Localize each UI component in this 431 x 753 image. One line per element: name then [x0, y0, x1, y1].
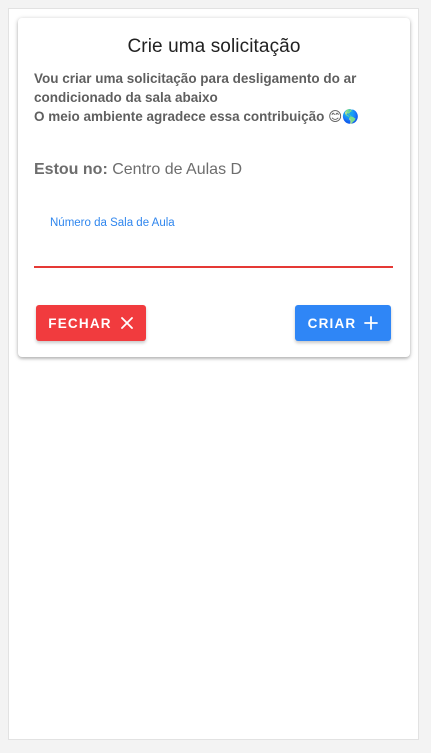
- plus-icon: [364, 316, 379, 330]
- close-icon: [120, 316, 134, 330]
- room-number-label: Número da Sala de Aula: [50, 217, 175, 229]
- dialog-title: Crie uma solicitação: [127, 36, 301, 57]
- create-button[interactable]: CRIAR: [295, 305, 391, 341]
- location-label: Estou no:: [34, 161, 108, 178]
- create-request-dialog: Crie uma solicitação Vou criar uma solic…: [18, 18, 410, 357]
- description-line-2: condicionado da sala abaixo: [34, 90, 218, 105]
- create-button-label: CRIAR: [307, 315, 357, 331]
- dialog-description: Vou criar uma solicitação para desligame…: [34, 69, 396, 127]
- close-button-label: FECHAR: [48, 315, 112, 331]
- location-value: Centro de Aulas D: [112, 161, 243, 178]
- room-number-input[interactable]: [34, 238, 393, 268]
- close-button[interactable]: FECHAR: [36, 305, 146, 341]
- description-line-3-text: O meio ambiente agradece essa contribuiç…: [34, 109, 325, 124]
- description-line-1: Vou criar uma solicitação para desligame…: [34, 71, 357, 86]
- current-location: Estou no: Centro de Aulas D: [34, 161, 242, 179]
- smile-emoji-icon: 😊: [328, 109, 343, 125]
- description-line-3: O meio ambiente agradece essa contribuiç…: [34, 107, 396, 127]
- room-number-field: Número da Sala de Aula: [34, 213, 393, 268]
- globe-emoji-icon: 🌎: [342, 109, 360, 125]
